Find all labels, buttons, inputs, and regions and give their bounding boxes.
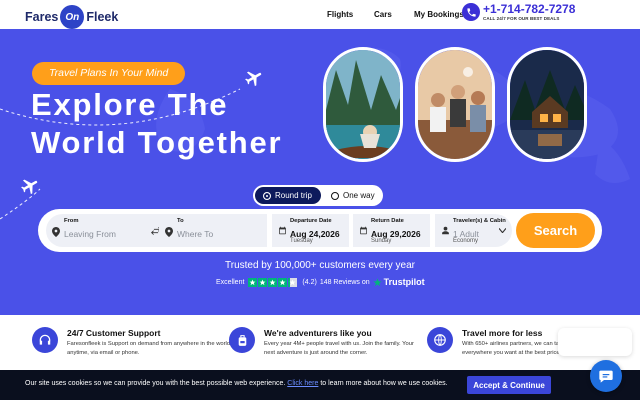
trusted-text: Trusted by 100,000+ customers every year [225,260,415,271]
cookie-text: Our site uses cookies so we can provide … [25,380,448,387]
calendar-icon [360,226,367,235]
trustpilot-rating[interactable]: Excellent (4.2) 148 Reviews on Trustpilo… [216,277,425,287]
return-field[interactable]: Return Date Aug 29,2026 Sunday [353,214,430,247]
feature-title: We're adventurers like you [264,328,372,338]
logo-text-left: Fares [25,10,59,24]
site-header: Fares On Fleek Flights Cars My Bookings … [0,0,640,29]
star-rating [248,277,298,287]
rating-score: (4.2) [302,278,317,286]
cookie-text-after: to learn more about how we use cookies. [320,380,448,387]
trip-option-round[interactable]: Round trip [255,187,321,204]
location-pin-icon [52,227,60,237]
star-icon [288,277,298,287]
headset-icon [32,327,58,353]
to-field[interactable]: To Where To [159,214,267,247]
feature-description: Every year 4M+ people travel with us. Jo… [264,341,414,356]
flight-search-bar: From Leaving From To Where To Departure … [38,209,602,252]
globe-icon [427,327,453,353]
radio-unselected-icon [331,191,339,200]
location-pin-icon [165,227,173,237]
chevron-down-icon [499,228,506,233]
travelers-field[interactable]: Traveler(s) & Cabin 1 Adult Economy [435,214,512,247]
feature-description: Faresonfleek is Support on demand from a… [67,341,232,356]
star-icon [248,277,258,287]
chat-button[interactable] [590,360,622,392]
departure-label: Departure Date [290,218,332,224]
departure-day: Tuesday [290,238,313,244]
hero-headline-line2: World Together [31,125,283,160]
phone-number: +1-714-782-7278 [483,2,576,16]
logo-text-right: Fleek [86,10,119,24]
phone-icon [462,3,480,21]
return-day: Sunday [371,238,392,244]
nav-cars[interactable]: Cars [374,10,392,19]
nav-flights[interactable]: Flights [327,10,353,19]
hero-section: Travel Plans In Your Mind Explore The Wo… [0,29,640,315]
star-icon [258,277,268,287]
airplane-icon [245,71,262,87]
phone-contact[interactable]: +1-714-782-7278 CALL 24/7 FOR OUR BEST D… [462,3,575,21]
departure-field[interactable]: Departure Date Aug 24,2026 Tuesday [272,214,349,247]
phone-subtext: CALL 24/7 FOR OUR BEST DEALS [483,16,560,21]
review-count: 148 Reviews on [319,278,370,286]
trustpilot-star-icon [373,277,382,286]
trip-option-oneway[interactable]: One way [325,187,381,204]
accept-cookies-button[interactable]: Accept & Continue [467,376,551,394]
site-logo[interactable]: Fares On Fleek [25,5,118,29]
cookie-text-before: Our site uses cookies so we can provide … [25,380,286,387]
hero-tagline: Travel Plans In Your Mind [32,62,186,85]
trip-option-round-label: Round trip [275,191,312,200]
hero-headline-line1: Explore The [31,87,229,122]
trip-option-oneway-label: One way [343,191,375,200]
star-icon [268,277,278,287]
person-icon [442,226,449,235]
cabin-value: Economy [453,238,479,244]
cookie-banner: Our site uses cookies so we can provide … [0,370,640,400]
travelers-label: Traveler(s) & Cabin [453,218,506,224]
nav-my-bookings[interactable]: My Bookings [414,10,464,19]
hero-photo-friends [415,47,495,162]
to-input[interactable]: Where To [177,229,213,239]
from-label: From [64,218,79,224]
return-label: Return Date [371,218,404,224]
rating-word: Excellent [216,278,245,286]
airplane-icon [21,179,38,195]
logo-badge: On [60,5,85,29]
backpack-icon [229,327,255,353]
trustpilot-brand: Trustpilot [383,277,425,287]
star-icon [278,277,288,287]
hero-photo-boat [323,47,403,162]
feature-title: Travel more for less [462,328,543,338]
search-button[interactable]: Search [516,213,595,248]
chat-tooltip [558,328,632,356]
chat-icon [599,370,613,383]
radio-selected-icon [263,191,271,200]
cookie-link[interactable]: Click here [287,380,318,387]
hero-photo-cabin [507,47,587,162]
trip-type-toggle: Round trip One way [253,185,383,206]
feature-title: 24/7 Customer Support [67,328,161,338]
calendar-icon [279,226,286,235]
from-input[interactable]: Leaving From [64,229,116,239]
to-label: To [177,218,184,224]
